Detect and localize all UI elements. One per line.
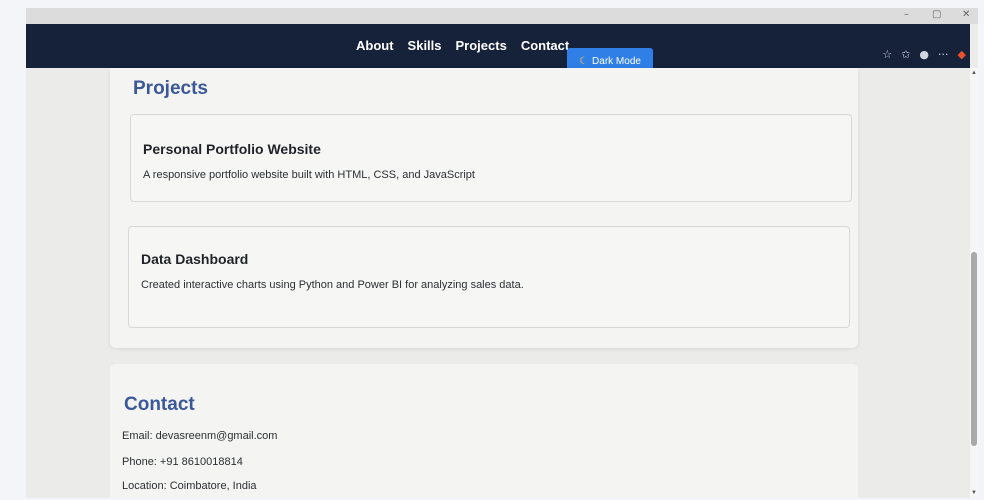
moon-icon: ☾ [579, 55, 589, 67]
browser-window: – ▢ ✕ About Skills Projects Contact ☆ ✩ … [26, 8, 978, 498]
contact-section: Contact Email: devasreenm@gmail.com Phon… [110, 364, 858, 498]
favorites-icon[interactable]: ✩ [901, 48, 910, 61]
contact-phone: Phone: +91 8610018814 [122, 456, 243, 468]
maximize-button[interactable]: ▢ [932, 9, 941, 20]
nav-link-skills[interactable]: Skills [408, 38, 442, 53]
star-icon[interactable]: ☆ [882, 48, 892, 61]
project-title: Data Dashboard [141, 251, 249, 267]
window-titlebar: – ▢ ✕ [26, 8, 978, 24]
project-card: Personal Portfolio Website A responsive … [130, 114, 852, 202]
nav-link-about[interactable]: About [356, 38, 394, 53]
copilot-icon[interactable]: ◆ [958, 48, 966, 61]
browser-toolbar-icons: ☆ ✩ ● ··· ◆ [882, 48, 966, 61]
dark-mode-label: Dark Mode [592, 55, 641, 67]
project-description: Created interactive charts using Python … [141, 279, 524, 291]
project-description: A responsive portfolio website built wit… [143, 169, 475, 181]
contact-heading: Contact [124, 394, 195, 415]
close-button[interactable]: ✕ [962, 9, 970, 20]
more-icon[interactable]: ··· [938, 48, 949, 61]
projects-heading: Projects [133, 78, 208, 99]
page-content: Projects Personal Portfolio Website A re… [26, 68, 970, 498]
scroll-down-arrow-icon[interactable]: ▼ [970, 490, 978, 496]
project-title: Personal Portfolio Website [143, 141, 321, 157]
minimize-button[interactable]: – [904, 9, 909, 20]
vertical-scrollbar[interactable]: ▲ ▼ [970, 68, 978, 498]
nav-link-contact[interactable]: Contact [521, 38, 569, 53]
project-card: Data Dashboard Created interactive chart… [128, 226, 850, 328]
nav-link-projects[interactable]: Projects [456, 38, 507, 53]
scrollbar-thumb[interactable] [971, 252, 977, 446]
scroll-up-arrow-icon[interactable]: ▲ [970, 70, 978, 76]
nav-links: About Skills Projects Contact [356, 38, 569, 53]
projects-section: Projects Personal Portfolio Website A re… [110, 68, 858, 348]
contact-email[interactable]: Email: devasreenm@gmail.com [122, 430, 277, 442]
top-navbar: About Skills Projects Contact ☆ ✩ ● ··· … [26, 24, 970, 68]
profile-icon[interactable]: ● [919, 48, 929, 61]
contact-location: Location: Coimbatore, India [122, 480, 257, 492]
